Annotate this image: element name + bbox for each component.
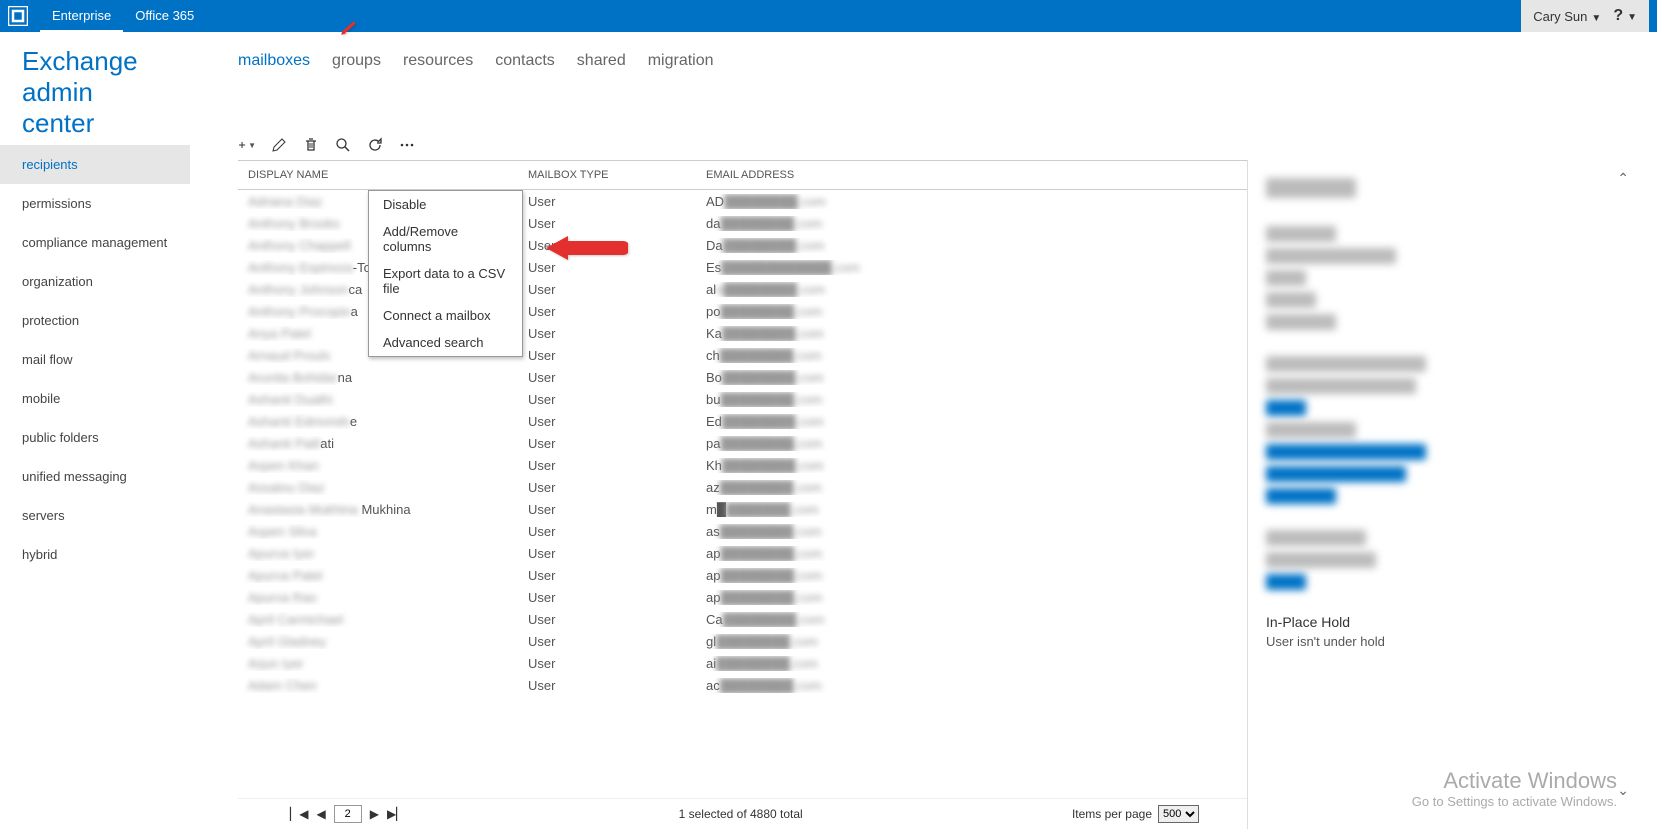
tab-mailboxes[interactable]: mailboxes	[238, 52, 310, 70]
tab-migration[interactable]: migration	[648, 52, 714, 70]
pager-status: 1 selected of 4880 total	[409, 807, 1072, 821]
table-row[interactable]: Aspen KhanUserKh████████.com	[238, 454, 1247, 476]
topbar: Enterprise Office 365 Cary Sun▼ ?▼	[0, 0, 1657, 32]
details-collapse-down[interactable]: ⌄	[1617, 782, 1629, 799]
table-row[interactable]: Arjun IyerUserai████████.com	[238, 652, 1247, 674]
pager-first[interactable]: ▏◀	[286, 807, 312, 821]
menu-connectmailbox[interactable]: Connect a mailbox	[369, 302, 522, 329]
topbar-tab-enterprise[interactable]: Enterprise	[40, 0, 123, 32]
sidebar-item-mobile[interactable]: mobile	[0, 379, 190, 418]
menu-advancedsearch[interactable]: Advanced search	[369, 329, 522, 356]
tab-resources[interactable]: resources	[403, 52, 473, 70]
topbar-tab-office365[interactable]: Office 365	[123, 0, 206, 32]
sidebar-item-compliance[interactable]: compliance management	[0, 223, 190, 262]
table-row[interactable]: Aspen SilvaUseras████████.com	[238, 520, 1247, 542]
sidebar-item-protection[interactable]: protection	[0, 301, 190, 340]
header-displayname[interactable]: DISPLAY NAME	[238, 161, 518, 189]
refresh-button[interactable]	[366, 136, 384, 154]
more-button[interactable]	[398, 136, 416, 154]
toolbar: ▼	[190, 76, 1657, 160]
page-title: Exchange admin center	[22, 46, 168, 139]
table-body: Disable Add/Remove columns Export data t…	[238, 190, 1247, 798]
sidebar-item-permissions[interactable]: permissions	[0, 184, 190, 223]
main: mailboxes groups resources contacts shar…	[190, 32, 1657, 829]
table-row[interactable]: Anastasia Mukhina MukhinaUserm████████.c…	[238, 498, 1247, 520]
table-header: DISPLAY NAME MAILBOX TYPE EMAIL ADDRESS	[238, 161, 1247, 190]
table-row[interactable]: April GladneyUsergl████████.com	[238, 630, 1247, 652]
delete-button[interactable]	[302, 136, 320, 154]
table-row[interactable]: Ashanti PatilatiUserpa████████.com	[238, 432, 1247, 454]
table-row[interactable]: Apurva RaoUserap████████.com	[238, 586, 1247, 608]
more-dropdown-menu: Disable Add/Remove columns Export data t…	[368, 190, 523, 357]
sidebar: recipients permissions compliance manage…	[0, 145, 190, 574]
help-menu[interactable]: ?▼	[1613, 7, 1637, 25]
search-button[interactable]	[334, 136, 352, 154]
header-email[interactable]: EMAIL ADDRESS	[696, 161, 1247, 189]
pager-last[interactable]: ▶▏	[383, 807, 409, 821]
tab-contacts[interactable]: contacts	[495, 52, 555, 70]
pager-page-input[interactable]	[334, 805, 362, 823]
items-per-page-select[interactable]: 500	[1158, 805, 1199, 823]
menu-addremovecolumns[interactable]: Add/Remove columns	[369, 218, 522, 260]
pager-next[interactable]: ▶	[366, 807, 383, 821]
sidebar-item-publicfolders[interactable]: public folders	[0, 418, 190, 457]
page-title-area: Exchange admin center	[0, 32, 190, 145]
user-area: Cary Sun▼ ?▼	[1521, 0, 1649, 32]
caret-down-icon: ▼	[248, 141, 256, 150]
details-collapse-up[interactable]: ⌃	[1617, 170, 1629, 187]
table-row[interactable]: Ashanti DuathiUserbu████████.com	[238, 388, 1247, 410]
header-mailboxtype[interactable]: MAILBOX TYPE	[518, 161, 696, 189]
sidebar-item-recipients[interactable]: recipients	[0, 145, 190, 184]
tab-shared[interactable]: shared	[577, 52, 626, 70]
table-row[interactable]: Assatou DiazUseraz████████.com	[238, 476, 1247, 498]
table-row[interactable]: April CarmichaelUserCa████████.com	[238, 608, 1247, 630]
tab-groups[interactable]: groups	[332, 52, 381, 70]
menu-disable[interactable]: Disable	[369, 191, 522, 218]
inplace-hold-header: In-Place Hold	[1266, 614, 1629, 630]
items-per-page-label: Items per page	[1072, 807, 1152, 821]
inplace-hold-status: User isn't under hold	[1266, 634, 1629, 649]
user-menu[interactable]: Cary Sun▼	[1533, 9, 1601, 24]
table-row[interactable]: Apurva IyerUserap████████.com	[238, 542, 1247, 564]
sidebar-item-organization[interactable]: organization	[0, 262, 190, 301]
sidebar-item-mailflow[interactable]: mail flow	[0, 340, 190, 379]
caret-down-icon: ▼	[1627, 12, 1637, 23]
sidebar-item-unifiedmessaging[interactable]: unified messaging	[0, 457, 190, 496]
sidebar-item-servers[interactable]: servers	[0, 496, 190, 535]
table-row[interactable]: Apurva PatelUserap████████.com	[238, 564, 1247, 586]
add-button[interactable]: ▼	[238, 136, 256, 154]
pager-prev[interactable]: ◀	[312, 807, 329, 821]
office-logo-icon	[8, 6, 28, 26]
details-pane: ⌃ In-Place Hold	[1247, 160, 1647, 829]
mailbox-table: DISPLAY NAME MAILBOX TYPE EMAIL ADDRESS …	[238, 160, 1247, 829]
caret-down-icon: ▼	[1591, 13, 1601, 24]
menu-exportcsv[interactable]: Export data to a CSV file	[369, 260, 522, 302]
sidebar-item-hybrid[interactable]: hybrid	[0, 535, 190, 574]
pager: ▏◀ ◀ ▶ ▶▏ 1 selected of 4880 total Items…	[238, 798, 1247, 829]
table-row[interactable]: Ashanti EdmondseUserEd████████.com	[238, 410, 1247, 432]
table-row[interactable]: Arunita BohidarnaUserBo████████.com	[238, 366, 1247, 388]
edit-button[interactable]	[270, 136, 288, 154]
table-row[interactable]: Adam ChenUserac████████.com	[238, 674, 1247, 696]
subtabs: mailboxes groups resources contacts shar…	[190, 32, 1657, 76]
